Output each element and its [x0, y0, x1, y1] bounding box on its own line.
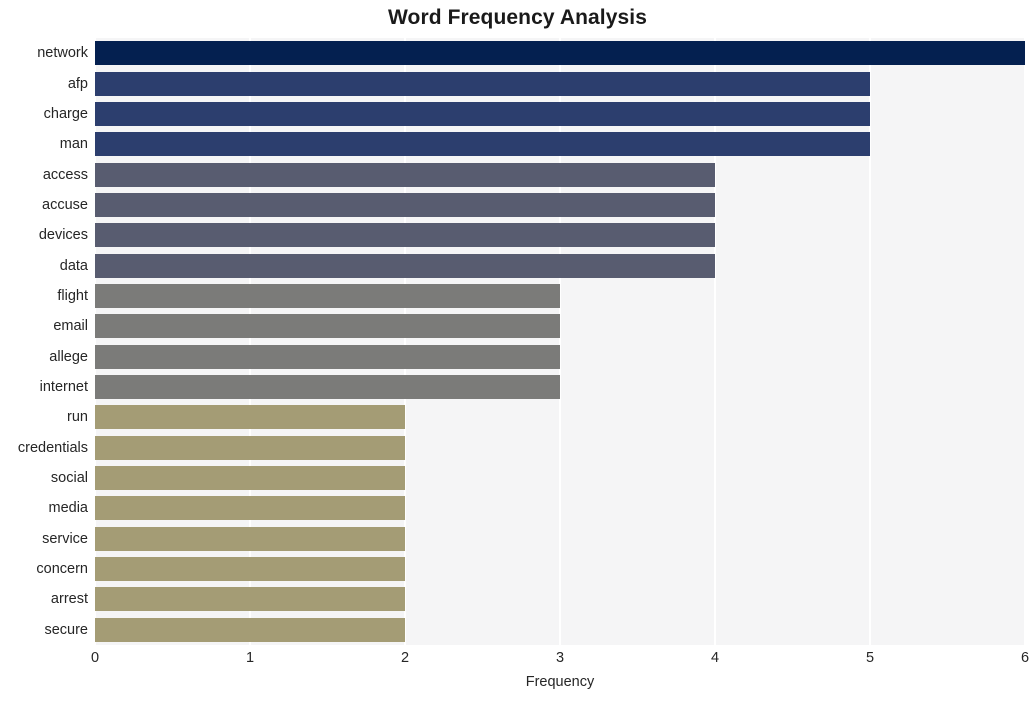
bar — [95, 132, 870, 157]
x-axis-tick-labels: 0 1 2 3 4 5 6 — [91, 650, 1029, 672]
y-tick-label: email — [53, 318, 88, 335]
bars-layer — [95, 38, 1025, 645]
x-axis-title: Frequency — [525, 674, 595, 690]
bar — [95, 435, 405, 460]
x-tick-label: 3 — [555, 650, 565, 666]
y-tick-label: access — [42, 166, 88, 183]
y-tick-label: flight — [57, 287, 88, 304]
y-tick-label: run — [67, 409, 88, 426]
y-tick-label: concern — [36, 561, 88, 578]
y-tick-label: accuse — [42, 196, 88, 213]
bar — [95, 41, 1025, 66]
bar — [95, 375, 560, 400]
x-tick-label: 0 — [90, 650, 100, 666]
y-tick-label: network — [37, 45, 88, 62]
y-tick-label: social — [50, 470, 88, 487]
y-tick-label: service — [42, 530, 88, 547]
chart-title: Word Frequency Analysis — [387, 6, 648, 29]
bar — [95, 223, 715, 248]
x-tick-label: 1 — [245, 650, 255, 666]
x-tick-label: 6 — [1020, 650, 1030, 666]
y-tick-label: credentials — [17, 439, 88, 456]
y-axis-tick-labels: network afp charge man access accuse devices da… — [0, 38, 88, 645]
y-tick-label: media — [48, 500, 89, 517]
x-tick-label: 4 — [710, 650, 720, 666]
y-tick-label: afp — [67, 75, 88, 92]
x-tick-label: 2 — [400, 650, 410, 666]
word-frequency-chart-figure: Word Frequency Analysis network afp charge… — [0, 0, 1035, 701]
x-tick-label: 5 — [865, 650, 875, 666]
bar — [95, 496, 405, 521]
y-tick-label: internet — [39, 379, 88, 396]
y-tick-label: data — [59, 257, 88, 274]
bar — [95, 162, 715, 187]
plot-area — [95, 38, 1025, 645]
bar — [95, 253, 715, 278]
bar — [95, 617, 405, 642]
y-tick-label: arrest — [50, 591, 88, 608]
bar — [95, 405, 405, 430]
bar — [95, 192, 715, 217]
y-tick-label: man — [59, 136, 88, 153]
y-tick-label: charge — [43, 105, 88, 122]
bar — [95, 101, 870, 126]
bar — [95, 466, 405, 491]
y-tick-label: allege — [49, 348, 88, 365]
y-tick-label: devices — [38, 227, 88, 244]
bar — [95, 344, 560, 369]
bar — [95, 283, 560, 308]
y-tick-label: secure — [44, 621, 88, 638]
bar — [95, 71, 870, 96]
bar — [95, 526, 405, 551]
bar — [95, 314, 560, 339]
bar — [95, 557, 405, 582]
bar — [95, 587, 405, 612]
